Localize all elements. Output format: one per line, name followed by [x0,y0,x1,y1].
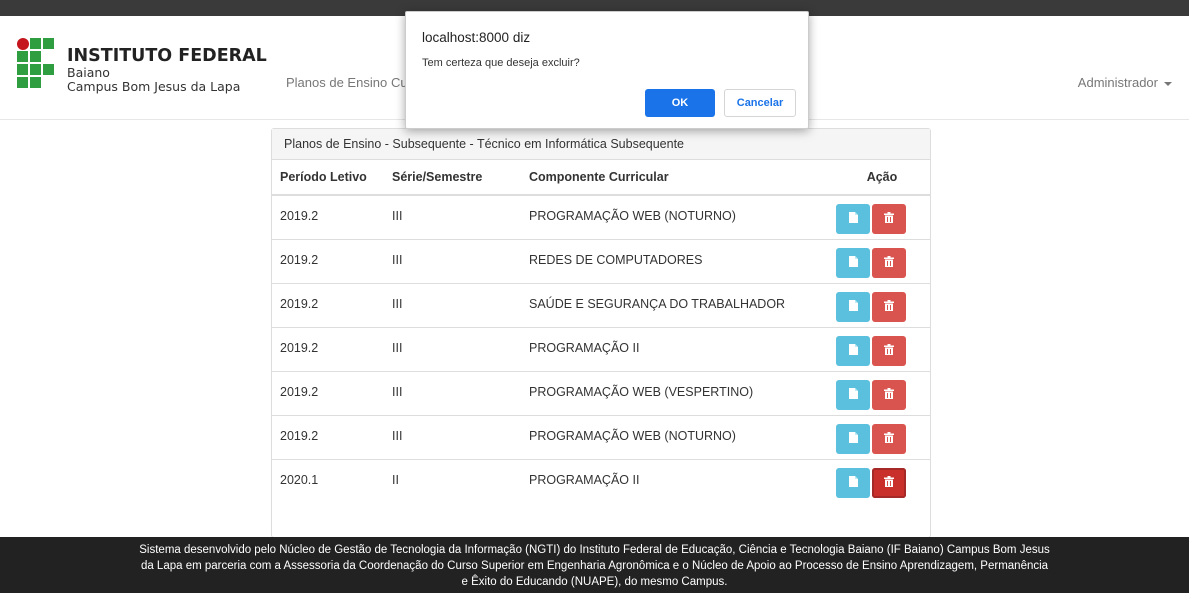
file-icon [848,212,858,226]
delete-plan-button[interactable] [872,291,906,322]
caret-down-icon [1164,81,1172,86]
file-icon [848,299,858,314]
trash-icon [884,475,894,490]
cell-acao [834,370,930,415]
delete-plan-button[interactable] [872,204,906,234]
trash-icon [884,431,894,446]
dialog-origin: localhost:8000 diz [422,30,531,45]
view-plan-button[interactable] [836,247,870,278]
cell-periodo: 2019.2 [272,414,392,459]
view-plan-button[interactable] [836,291,870,322]
file-icon [848,255,858,270]
table-header-row: Período Letivo Série/Semestre Componente… [272,160,930,196]
cell-acao [834,326,930,371]
trash-icon [884,299,894,314]
cell-serie: III [392,326,529,371]
table-row: 2019.2 III REDES DE COMPUTADORES [272,238,930,283]
file-icon [848,343,858,358]
trash-icon [884,343,894,358]
cell-serie: III [392,414,529,459]
cell-componente: PROGRAMAÇÃO II [529,326,834,371]
footer-line-2: da Lapa em parceria com a Assessoria da … [140,560,1049,572]
table-row: 2019.2 III PROGRAMAÇÃO WEB (VESPERTINO) [272,370,930,415]
cell-acao [834,414,930,459]
trash-icon [884,255,894,270]
table-row: 2019.2 III PROGRAMAÇÃO II [272,326,930,371]
ok-button[interactable]: OK [645,89,715,117]
user-menu-label: Administrador [1077,75,1158,90]
trash-icon [884,212,894,226]
cell-periodo: 2019.2 [272,194,392,239]
dialog-message: Tem certeza que deseja excluir? [422,57,580,69]
user-menu[interactable]: Administrador [1078,75,1172,90]
table-row: 2019.2 III PROGRAMAÇÃO WEB (NOTURNO) [272,194,930,239]
cell-periodo: 2019.2 [272,326,392,371]
delete-plan-button[interactable] [872,467,906,498]
table-row: 2020.1 II PROGRAMAÇÃO II [272,458,930,503]
cancel-button[interactable]: Cancelar [724,89,796,117]
col-periodo: Período Letivo [272,160,392,196]
footer-line-3: e Êxito do Educando (NUAPE), do mesmo Ca… [461,576,728,588]
cell-componente: REDES DE COMPUTADORES [529,238,834,283]
col-acao: Ação [834,160,930,196]
brand[interactable]: INSTITUTO FEDERAL Baiano Campus Bom Jesu… [67,46,267,94]
footer: Sistema desenvolvido pelo Núcleo de Gest… [0,537,1189,593]
if-logo [17,38,55,94]
confirm-dialog: localhost:8000 diz Tem certeza que desej… [405,11,809,129]
delete-plan-button[interactable] [872,379,906,410]
brand-subtitle: Baiano [67,65,110,80]
cell-serie: III [392,194,529,239]
cell-acao [834,194,930,239]
file-icon [848,431,858,446]
view-plan-button[interactable] [836,204,870,234]
view-plan-button[interactable] [836,423,870,454]
cell-periodo: 2019.2 [272,370,392,415]
file-icon [848,387,858,402]
cell-serie: III [392,282,529,327]
trash-icon [884,387,894,402]
cell-serie: III [392,370,529,415]
file-icon [848,475,858,490]
brand-campus: Campus Bom Jesus da Lapa [67,79,241,94]
footer-line-1: Sistema desenvolvido pelo Núcleo de Gest… [139,544,1050,556]
cell-componente: SAÚDE E SEGURANÇA DO TRABALHADOR [529,282,834,327]
planos-panel: Planos de Ensino - Subsequente - Técnico… [271,128,931,538]
cell-componente: PROGRAMAÇÃO WEB (NOTURNO) [529,194,834,239]
table-row: 2019.2 III PROGRAMAÇÃO WEB (NOTURNO) [272,414,930,459]
cell-componente: PROGRAMAÇÃO WEB (VESPERTINO) [529,370,834,415]
col-componente: Componente Curricular [529,160,834,196]
cell-acao [834,458,930,503]
cell-acao [834,282,930,327]
cell-serie: III [392,238,529,283]
panel-title: Planos de Ensino - Subsequente - Técnico… [272,129,930,160]
nav-planos-de-ensino[interactable]: Planos de Ensino [286,75,387,90]
delete-plan-button[interactable] [872,247,906,278]
view-plan-button[interactable] [836,335,870,366]
cell-serie: II [392,458,529,503]
col-serie: Série/Semestre [392,160,529,196]
cell-componente: PROGRAMAÇÃO WEB (NOTURNO) [529,414,834,459]
delete-plan-button[interactable] [872,335,906,366]
view-plan-button[interactable] [836,379,870,410]
delete-plan-button[interactable] [872,423,906,454]
cell-acao [834,238,930,283]
brand-title: INSTITUTO FEDERAL [67,46,267,66]
table-row: 2019.2 III SAÚDE E SEGURANÇA DO TRABALHADO… [272,282,930,327]
cell-periodo: 2019.2 [272,238,392,283]
cell-periodo: 2020.1 [272,458,392,503]
cell-periodo: 2019.2 [272,282,392,327]
planos-table: Período Letivo Série/Semestre Componente… [272,160,930,503]
cell-componente: PROGRAMAÇÃO II [529,458,834,503]
view-plan-button[interactable] [836,467,870,498]
